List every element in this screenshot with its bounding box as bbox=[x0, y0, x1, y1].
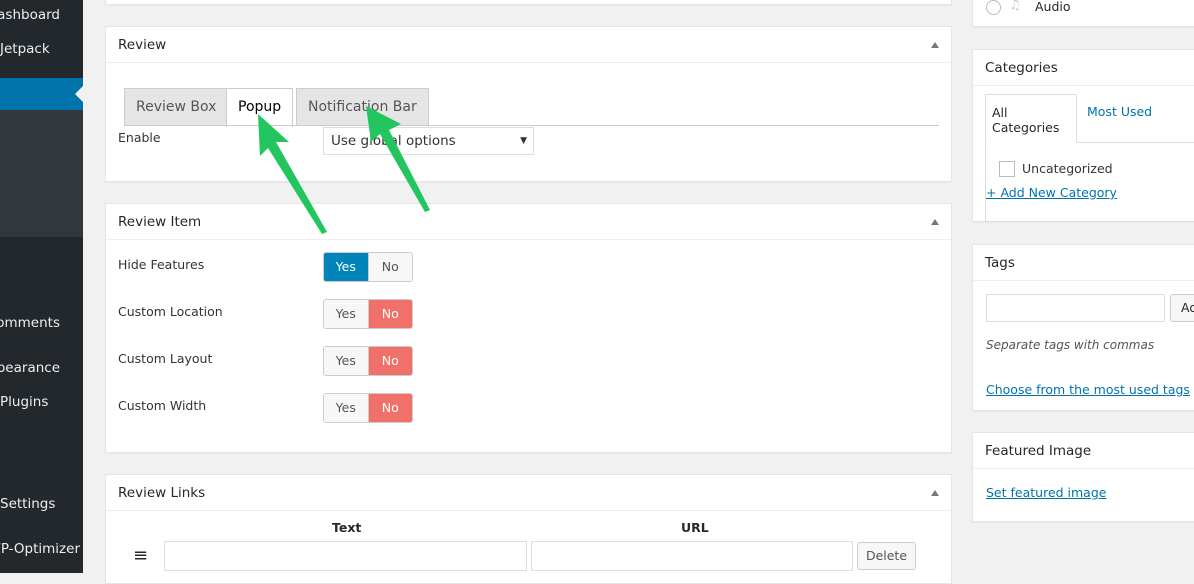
audio-icon: ♫ bbox=[1009, 0, 1021, 13]
featured-image-box: Featured Image Set featured image bbox=[972, 432, 1194, 522]
sidebar-item-plugins[interactable]: Plugins bbox=[0, 394, 60, 410]
custom-layout-toggle[interactable]: Yes No bbox=[323, 346, 413, 376]
hide-features-toggle[interactable]: Yes No bbox=[323, 252, 413, 282]
sidebar-item-dashboard[interactable]: Dashboard bbox=[0, 7, 60, 23]
hide-features-label: Hide Features bbox=[118, 257, 205, 272]
tags-input[interactable] bbox=[986, 294, 1165, 322]
previous-box bbox=[105, 0, 952, 5]
dropdown-arrow-icon: ▼ bbox=[520, 136, 527, 146]
no-option[interactable]: No bbox=[367, 300, 412, 328]
col-url-header: URL bbox=[681, 520, 709, 535]
custom-width-toggle[interactable]: Yes No bbox=[323, 393, 413, 423]
categories-box: Categories Uncategorized All Categories … bbox=[972, 49, 1194, 222]
add-new-category-link[interactable]: + Add New Category bbox=[986, 185, 1117, 200]
featured-image-header[interactable]: Featured Image bbox=[973, 433, 1194, 469]
tags-box: Tags Add Separate tags with commas Choos… bbox=[972, 244, 1194, 411]
tags-hint: Separate tags with commas bbox=[986, 338, 1155, 352]
sidebar-item-optimizer[interactable]: WP-Optimizer bbox=[0, 541, 80, 557]
tags-header[interactable]: Tags bbox=[973, 245, 1194, 281]
yes-option[interactable]: Yes bbox=[324, 394, 368, 422]
yes-option[interactable]: Yes bbox=[324, 300, 368, 328]
custom-location-label: Custom Location bbox=[118, 304, 223, 319]
link-text-input[interactable] bbox=[164, 541, 527, 571]
category-list: Uncategorized bbox=[985, 142, 1194, 222]
sidebar-item-appearance[interactable]: Appearance bbox=[0, 360, 60, 376]
drag-handle-icon[interactable]: ≡ bbox=[133, 545, 148, 566]
review-box: Review Review Box Popup Notification Bar… bbox=[105, 26, 952, 182]
col-text-header: Text bbox=[332, 520, 362, 535]
review-links-header[interactable]: Review Links bbox=[106, 475, 951, 511]
sidebar-item-settings[interactable]: Settings bbox=[0, 496, 60, 512]
tab-notification-bar[interactable]: Notification Bar bbox=[296, 88, 429, 126]
collapse-icon[interactable] bbox=[931, 490, 939, 496]
audio-radio[interactable] bbox=[986, 0, 1001, 15]
categories-header[interactable]: Categories bbox=[973, 50, 1194, 86]
collapse-icon[interactable] bbox=[931, 219, 939, 225]
tab-popup[interactable]: Popup bbox=[226, 88, 294, 127]
yes-option[interactable]: Yes bbox=[324, 253, 368, 281]
review-header[interactable]: Review bbox=[106, 27, 951, 63]
audio-label: Audio bbox=[1035, 0, 1071, 14]
delete-button[interactable]: Delete bbox=[857, 542, 916, 570]
sidebar-item-active[interactable] bbox=[0, 78, 83, 110]
review-item-box: Review Item Hide Features Yes No Custom L… bbox=[105, 203, 952, 453]
enable-select[interactable]: Use global options ▼ bbox=[323, 127, 534, 155]
custom-location-toggle[interactable]: Yes No bbox=[323, 299, 413, 329]
tab-most-used[interactable]: Most Used bbox=[1087, 104, 1152, 119]
enable-label: Enable bbox=[118, 130, 161, 145]
format-box: ♫ Audio bbox=[972, 0, 1194, 27]
add-tag-button[interactable]: Add bbox=[1170, 294, 1194, 322]
admin-sidebar: Dashboard Jetpack Comments Appearance Pl… bbox=[0, 0, 83, 573]
uncategorized-label: Uncategorized bbox=[1022, 161, 1113, 176]
tab-review-box[interactable]: Review Box bbox=[124, 88, 229, 126]
collapse-icon[interactable] bbox=[931, 42, 939, 48]
custom-layout-label: Custom Layout bbox=[118, 351, 213, 366]
review-item-header[interactable]: Review Item bbox=[106, 204, 951, 240]
tab-divider bbox=[124, 125, 939, 126]
no-option[interactable]: No bbox=[367, 347, 412, 375]
no-option[interactable]: No bbox=[367, 394, 412, 422]
no-option[interactable]: No bbox=[367, 253, 412, 281]
tab-all-categories[interactable]: All Categories bbox=[985, 94, 1077, 143]
set-featured-image-link[interactable]: Set featured image bbox=[986, 485, 1106, 500]
custom-width-label: Custom Width bbox=[118, 398, 207, 413]
link-url-input[interactable] bbox=[531, 541, 853, 571]
review-links-box: Review Links Text URL ≡ Delete bbox=[105, 474, 952, 584]
sidebar-item-jetpack[interactable]: Jetpack bbox=[0, 41, 60, 57]
uncategorized-checkbox[interactable] bbox=[999, 161, 1015, 177]
choose-tags-link[interactable]: Choose from the most used tags bbox=[986, 382, 1190, 397]
sidebar-item-comments[interactable]: Comments bbox=[0, 315, 60, 331]
sidebar-submenu bbox=[0, 110, 83, 237]
yes-option[interactable]: Yes bbox=[324, 347, 368, 375]
